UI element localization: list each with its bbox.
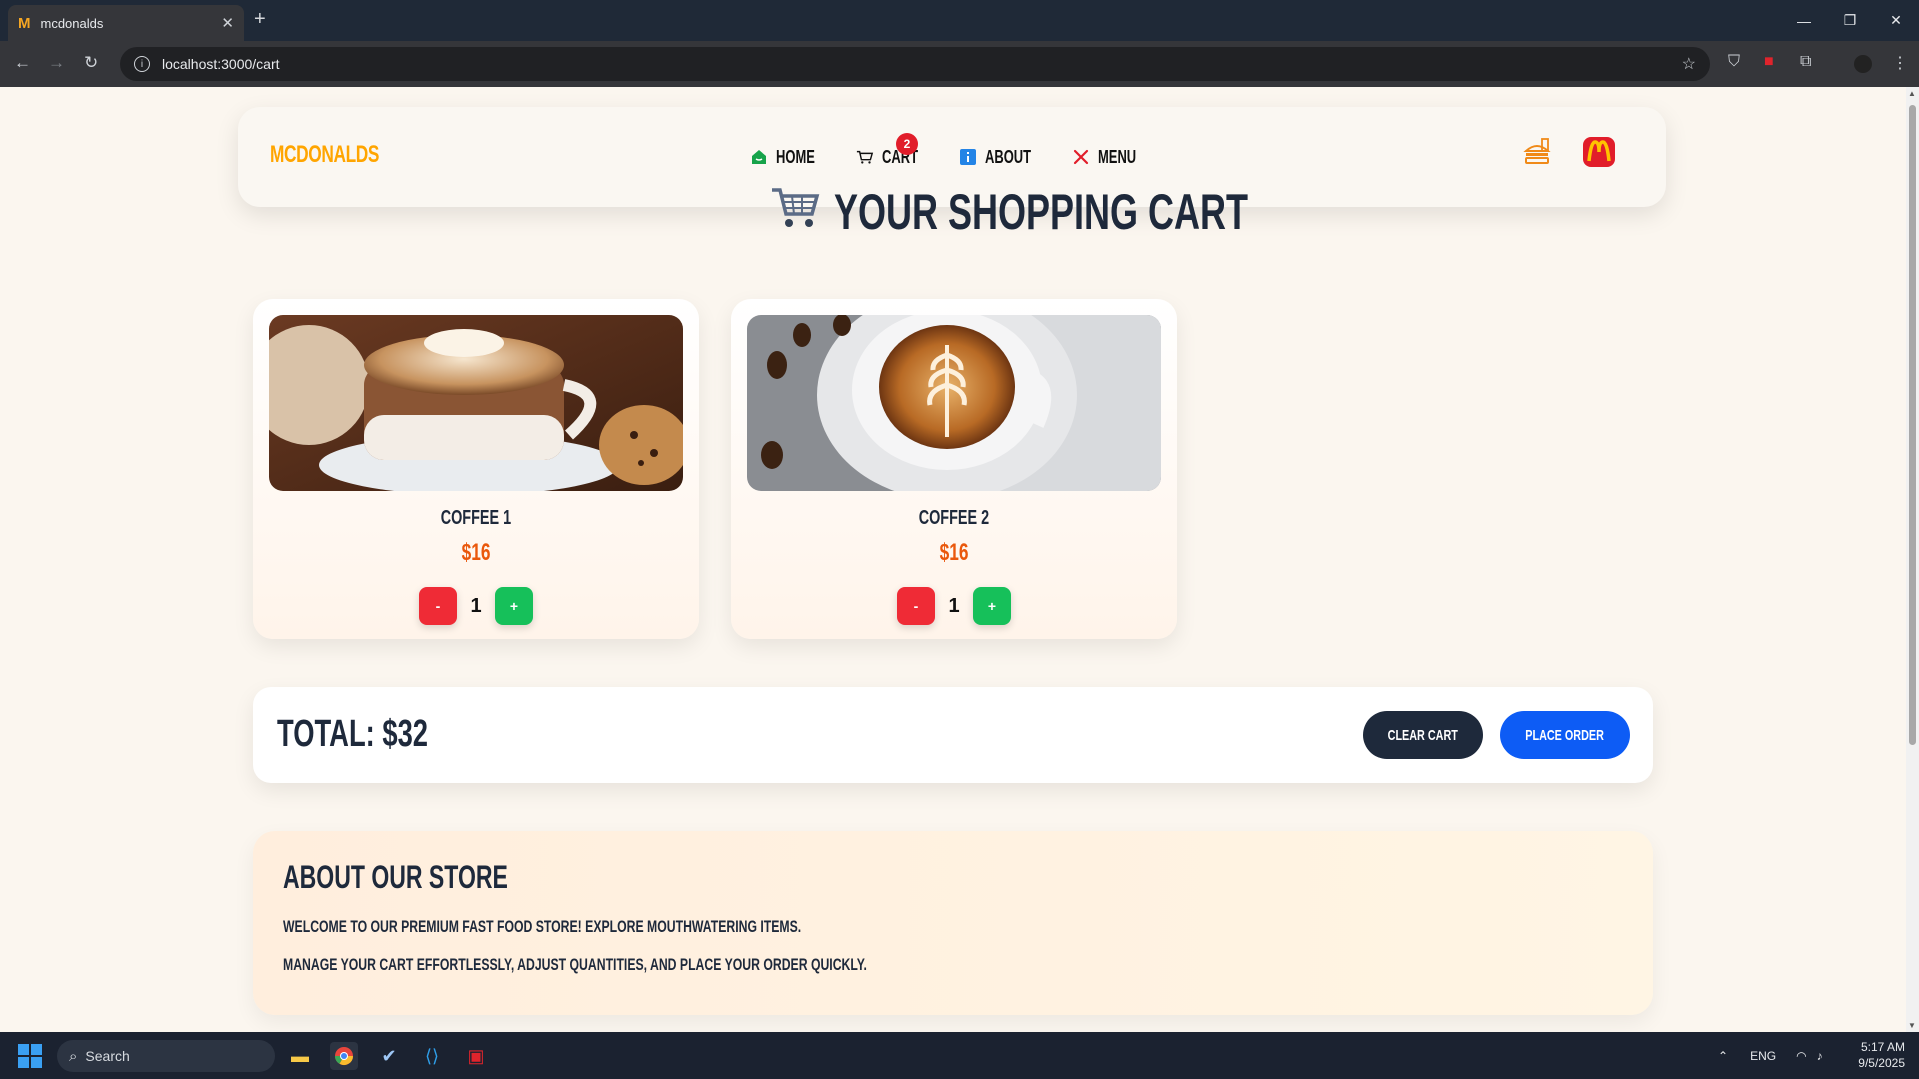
quantity-value: 1: [470, 594, 482, 617]
system-tray: ⌃ ENG ◠ ♪: [1718, 1032, 1823, 1079]
cart-count-badge: 2: [896, 133, 918, 155]
windows-start-icon[interactable]: [18, 1044, 42, 1068]
cutlery-icon: [1072, 148, 1090, 166]
coffee-2-image: [747, 315, 1161, 491]
item-price: $16: [461, 539, 491, 566]
item-name: COFFEE 2: [918, 507, 990, 529]
close-tab-icon[interactable]: ✕: [221, 14, 234, 32]
app-v-icon[interactable]: ✔: [375, 1042, 403, 1070]
taskbar-search-placeholder: Search: [85, 1048, 130, 1064]
show-hidden-icons-icon[interactable]: ⌃: [1718, 1049, 1728, 1063]
quantity-value: 1: [948, 594, 960, 617]
file-explorer-icon[interactable]: ▬: [286, 1042, 314, 1070]
site-info-icon[interactable]: i: [134, 56, 150, 72]
nav-item-about[interactable]: ABOUT: [959, 145, 1049, 169]
item-name: COFFEE 1: [440, 507, 512, 529]
wifi-icon[interactable]: ◠: [1796, 1049, 1806, 1063]
browser-tab[interactable]: M mcdonalds ✕: [8, 5, 244, 41]
browser-toolbar: ← → ↻ i localhost:3000/cart ☆ ⛉ ■ ⧉ ⋮: [0, 41, 1919, 87]
url-text: localhost:3000/cart: [162, 56, 280, 72]
scroll-down-icon[interactable]: ▼: [1908, 1021, 1916, 1030]
mcdonalds-logo-icon[interactable]: [1583, 137, 1615, 174]
cart-icon: [856, 148, 874, 166]
clock-date: 9/5/2025: [1858, 1056, 1905, 1070]
youtube-extension-icon[interactable]: ■: [1764, 53, 1774, 71]
coffee-1-image: [269, 315, 683, 491]
decrease-quantity-button[interactable]: -: [897, 587, 935, 625]
nav-item-cart[interactable]: CART 2: [856, 133, 932, 169]
taskbar-search[interactable]: ⌕ Search: [57, 1040, 275, 1072]
minimize-icon[interactable]: —: [1781, 0, 1827, 41]
chrome-icon[interactable]: [330, 1042, 358, 1070]
vscode-icon[interactable]: ⟨⟩: [418, 1042, 446, 1070]
home-icon: [750, 148, 768, 166]
profile-avatar[interactable]: [1854, 55, 1872, 73]
new-tab-button[interactable]: +: [254, 8, 266, 31]
increase-quantity-button[interactable]: +: [495, 587, 533, 625]
brand-logo-text[interactable]: MCDONALDS: [270, 141, 379, 169]
back-arrow-icon[interactable]: ←: [14, 53, 31, 73]
bookmark-star-icon[interactable]: ☆: [1682, 54, 1696, 74]
nav-item-home[interactable]: HOME: [750, 145, 830, 169]
nav-label-menu: MENU: [1098, 146, 1137, 167]
clock-time: 5:17 AM: [1860, 1040, 1905, 1054]
close-window-icon[interactable]: ✕: [1873, 0, 1919, 41]
quantity-stepper: - 1 +: [731, 587, 1177, 625]
shopping-cart-icon: [770, 184, 820, 241]
about-paragraph: MANAGE YOUR CART EFFORTLESSLY, ADJUST QU…: [283, 955, 867, 974]
browser-tabbar: M mcdonalds ✕ + — ❐ ✕: [0, 0, 1919, 41]
mcdonalds-favicon-icon: M: [18, 14, 31, 32]
scroll-up-icon[interactable]: ▲: [1908, 89, 1916, 98]
page-scrollbar[interactable]: ▲ ▼: [1906, 87, 1919, 1032]
quantity-stepper: - 1 +: [253, 587, 699, 625]
place-order-button[interactable]: PLACE ORDER: [1500, 711, 1630, 759]
decrease-quantity-button[interactable]: -: [419, 587, 457, 625]
cart-summary: TOTAL: $32 CLEAR CART PLACE ORDER: [253, 687, 1653, 783]
page-title: YOUR SHOPPING CART: [770, 184, 1409, 240]
forward-arrow-icon[interactable]: →: [48, 53, 65, 73]
page-title-text: YOUR SHOPPING CART: [834, 184, 1249, 240]
address-bar[interactable]: i localhost:3000/cart ☆: [120, 47, 1710, 81]
taskbar-clock[interactable]: 5:17 AM 9/5/2025: [1858, 1039, 1905, 1071]
page-viewport: MCDONALDS HOME CART 2 ABOUT MENU YOUR SH…: [0, 87, 1906, 1032]
tab-title: mcdonalds: [40, 15, 104, 31]
reload-icon[interactable]: ↻: [84, 53, 98, 73]
language-indicator[interactable]: ENG: [1750, 1049, 1776, 1063]
os-taskbar: ⌕ Search ▬ ✔ ⟨⟩ ▣ ⌃ ENG ◠ ♪ 5:17 AM 9/5/…: [0, 1032, 1919, 1079]
nav-label-about: ABOUT: [985, 146, 1032, 167]
volume-icon[interactable]: ♪: [1817, 1049, 1823, 1063]
shield-extension-icon[interactable]: ⛉: [1728, 53, 1740, 71]
extensions-puzzle-icon[interactable]: ⧉: [1800, 53, 1811, 71]
window-controls: — ❐ ✕: [1781, 0, 1919, 41]
browser-menu-icon[interactable]: ⋮: [1892, 53, 1908, 73]
nav-item-menu[interactable]: MENU: [1072, 145, 1151, 169]
about-section: ABOUT OUR STORE WELCOME TO OUR PREMIUM F…: [253, 831, 1653, 1015]
item-price: $16: [939, 539, 969, 566]
cart-item-card: COFFEE 1 $16 - 1 +: [253, 299, 699, 639]
search-icon: ⌕: [69, 1047, 78, 1065]
cart-item-card: COFFEE 2 $16 - 1 +: [731, 299, 1177, 639]
scrollbar-thumb[interactable]: [1909, 105, 1916, 745]
about-paragraph: WELCOME TO OUR PREMIUM FAST FOOD STORE! …: [283, 917, 802, 936]
nav-label-home: HOME: [776, 146, 815, 167]
fast-food-icon[interactable]: [1522, 137, 1552, 174]
increase-quantity-button[interactable]: +: [973, 587, 1011, 625]
info-icon: [959, 148, 977, 166]
restore-icon[interactable]: ❐: [1827, 0, 1873, 41]
clear-cart-button[interactable]: CLEAR CART: [1363, 711, 1483, 759]
about-title: ABOUT OUR STORE: [283, 859, 508, 895]
cart-total: TOTAL: $32: [277, 713, 429, 755]
snipping-tool-icon[interactable]: ▣: [462, 1042, 490, 1070]
